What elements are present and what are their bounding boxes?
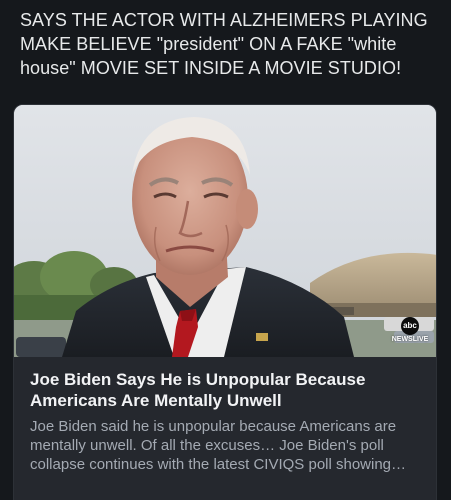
abc-logo-icon: abc [401,317,419,335]
post-text: SAYS THE ACTOR WITH ALZHEIMERS PLAYING M… [20,10,428,78]
link-preview-description: Joe Biden said he is unpopular because A… [30,418,407,473]
network-label: NEWSLIVE [391,336,429,343]
social-post: SAYS THE ACTOR WITH ALZHEIMERS PLAYING M… [0,0,451,500]
link-preview-title[interactable]: Joe Biden Says He is Unpopular Because A… [30,369,420,411]
link-preview-card[interactable]: abc NEWSLIVE Joe Biden Says He is Unpopu… [13,104,437,500]
link-preview-body: Joe Biden Says He is Unpopular Because A… [14,357,436,474]
news-photo [14,105,436,357]
link-preview-image[interactable]: abc NEWSLIVE [14,105,436,357]
network-watermark: abc NEWSLIVE [388,317,432,351]
